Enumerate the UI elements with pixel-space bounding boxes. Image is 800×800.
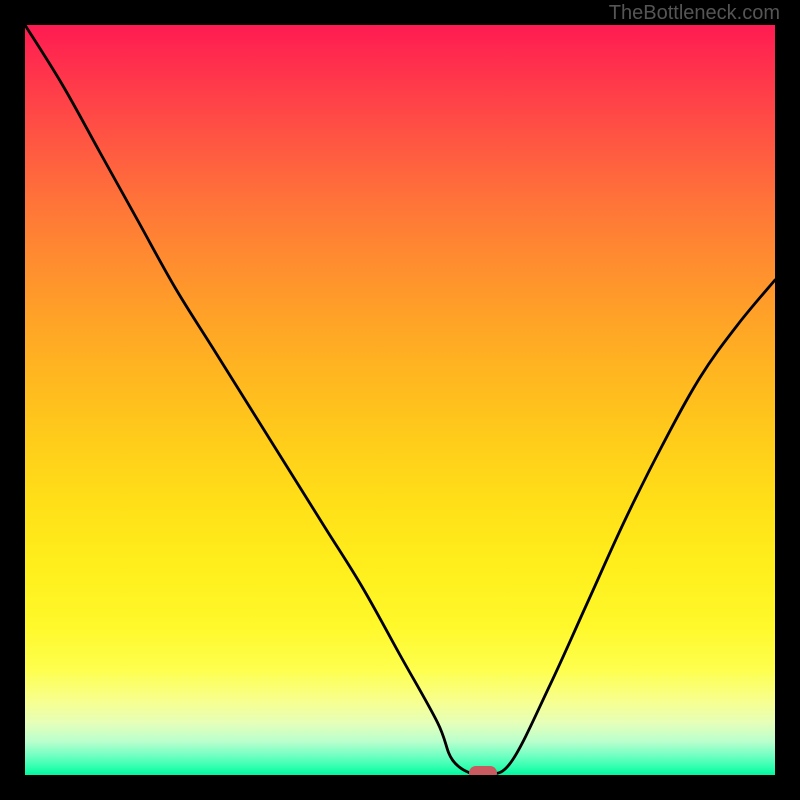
plot-area [25,25,775,775]
optimal-point-marker [469,766,497,775]
bottleneck-curve [25,25,775,775]
watermark-label: TheBottleneck.com [609,2,780,25]
